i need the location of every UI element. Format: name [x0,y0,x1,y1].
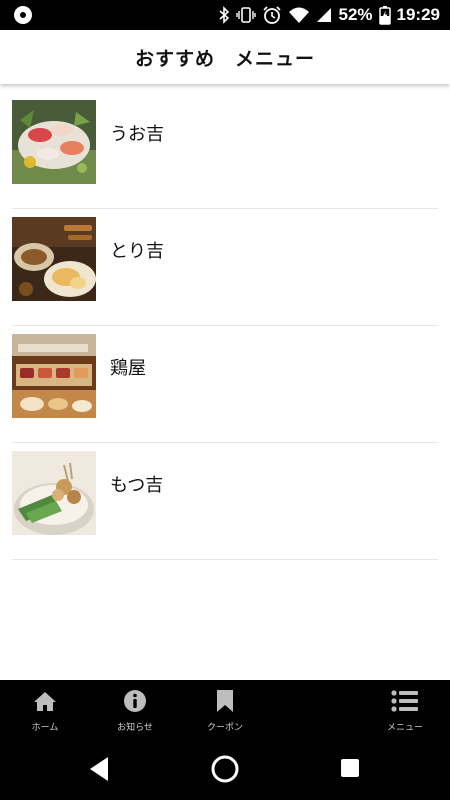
menu-item-label: 鶏屋 [110,358,146,379]
system-nav-bar [0,740,450,800]
signal-icon [316,7,332,23]
menu-list: うお吉 とり吉 鶏屋 もつ吉 [12,92,438,560]
page-title: おすすめ メニュー [134,47,315,70]
home-icon [10,688,80,714]
menu-item-torikichi[interactable]: とり吉 [12,209,438,326]
status-clock: 19:29 [396,5,440,24]
tab-label: ホーム [31,723,59,733]
recents-icon[interactable] [340,758,360,782]
bookmark-icon [190,688,260,714]
list-icon [370,688,440,714]
tab-label: お知らせ [117,723,153,733]
grilled-chicken-photo [12,334,96,418]
tab-coupon[interactable]: クーポン [190,688,260,733]
chicken-dishes-photo [12,217,96,301]
tab-home[interactable]: ホーム [10,688,80,733]
battery-percent: 52% [338,5,373,24]
wifi-icon [288,6,310,24]
status-icons: 52% 19:29 [218,0,440,30]
vibrate-icon [236,6,257,24]
bluetooth-icon [218,6,230,24]
tab-menu[interactable]: メニュー [370,688,440,733]
menu-item-label: もつ吉 [110,475,164,496]
tab-news[interactable]: お知らせ [100,688,170,733]
back-icon[interactable] [88,755,110,787]
menu-item-motsukichi[interactable]: もつ吉 [12,443,438,560]
menu-item-label: とり吉 [110,241,164,262]
status-bar: 52% 19:29 [0,0,450,30]
motsu-nabe-photo [12,451,96,535]
tab-label: クーポン [206,723,243,733]
menu-item-toriya[interactable]: 鶏屋 [12,326,438,443]
info-icon [100,688,170,714]
bottom-tab-bar: ホーム お知らせ クーポン メニュー [0,680,450,740]
sashimi-photo [12,100,96,184]
home-circle-icon[interactable] [210,754,240,788]
app-header: おすすめ メニュー [0,30,450,84]
menu-item-uokichi[interactable]: うお吉 [12,92,438,209]
battery-charging-icon [378,5,391,25]
app-indicator-icon [14,6,32,24]
alarm-icon [262,5,282,25]
tab-label: メニュー [386,723,423,733]
menu-item-label: うお吉 [110,124,164,145]
